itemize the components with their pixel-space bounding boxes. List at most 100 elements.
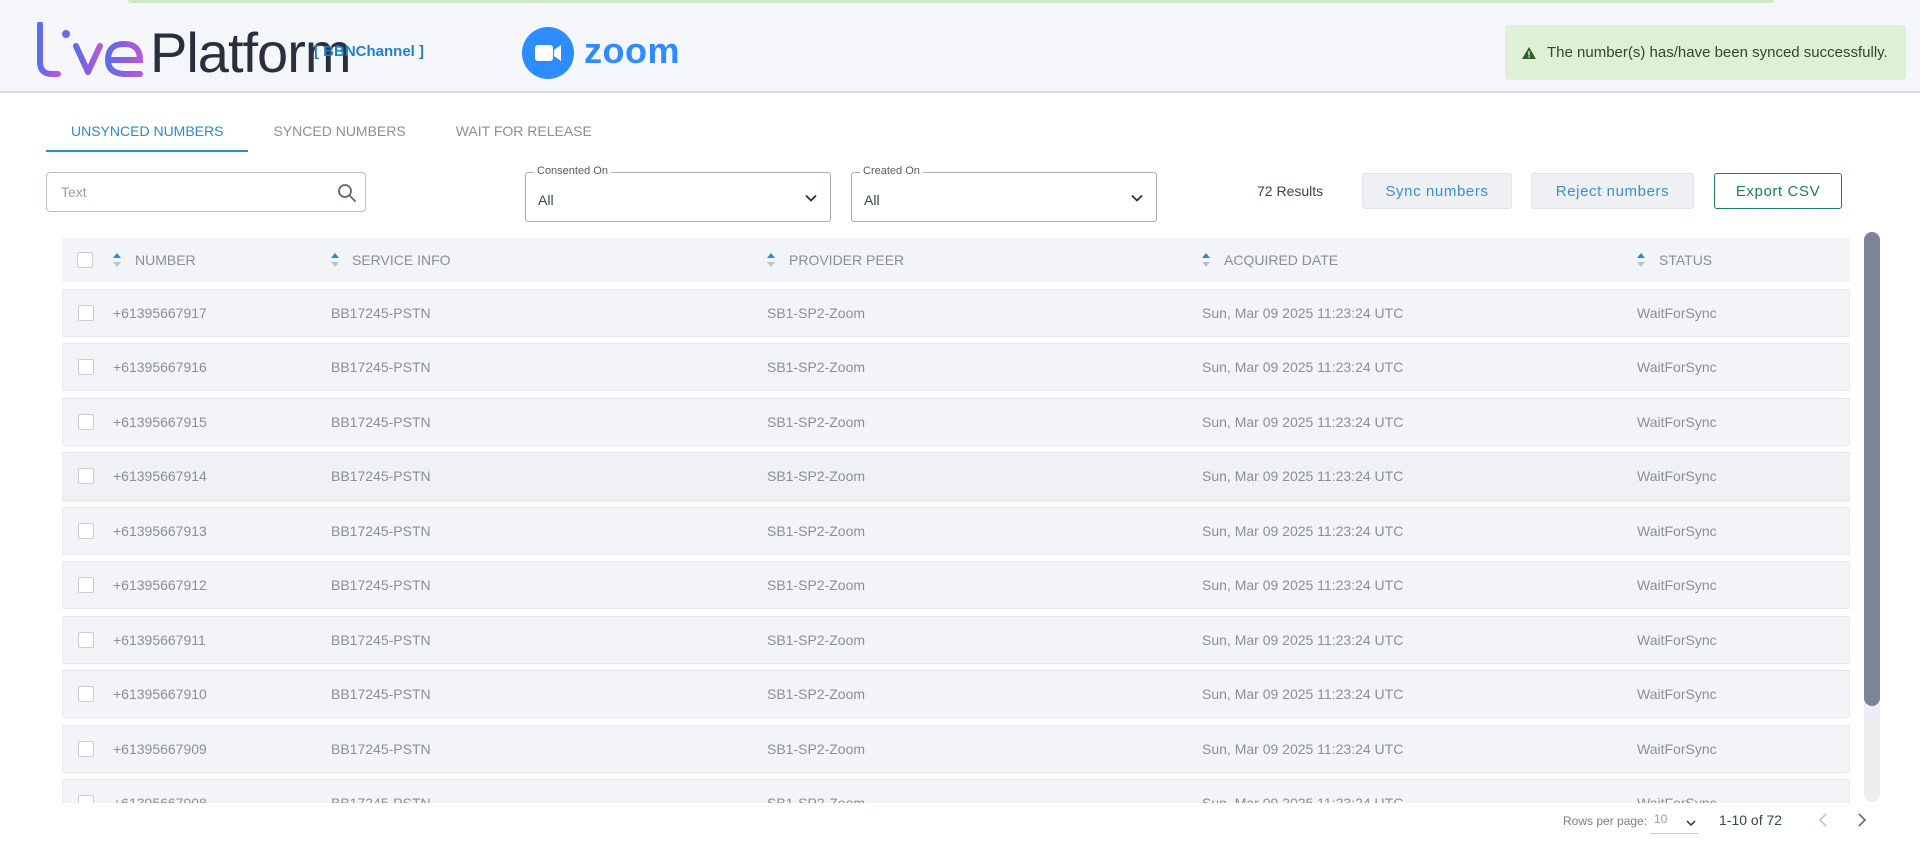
zoom-wordmark: zoom: [584, 30, 680, 71]
row-checkbox[interactable]: [78, 686, 94, 702]
cell-status: WaitForSync: [1637, 686, 1717, 702]
cell-provider-peer: SB1-SP2-Zoom: [767, 577, 866, 593]
cell-status: WaitForSync: [1637, 795, 1717, 803]
cell-acquired-date: Sun, Mar 09 2025 11:23:24 UTC: [1202, 468, 1404, 484]
cell-provider-peer: SB1-SP2-Zoom: [767, 468, 866, 484]
table-row[interactable]: +61395667914 BB17245-PSTN SB1-SP2-Zoom S…: [62, 452, 1850, 500]
created-on-select[interactable]: Created On All: [851, 165, 1157, 222]
cell-status: WaitForSync: [1637, 359, 1717, 375]
cell-provider-peer: SB1-SP2-Zoom: [767, 359, 866, 375]
rows-per-page-value: 10: [1654, 812, 1668, 826]
channel-name: [ BBNChannel ]: [314, 43, 424, 60]
chevron-left-icon[interactable]: [1815, 811, 1833, 829]
cell-acquired-date: Sun, Mar 09 2025 11:23:24 UTC: [1202, 577, 1404, 593]
row-checkbox[interactable]: [78, 632, 94, 648]
number-tabs: UNSYNCED NUMBERS SYNCED NUMBERS WAIT FOR…: [46, 110, 617, 152]
cell-service-info: BB17245-PSTN: [331, 577, 431, 593]
chevron-right-icon[interactable]: [1852, 811, 1870, 829]
zoom-camera-icon: [522, 27, 574, 79]
sort-icon[interactable]: [112, 252, 122, 268]
cell-acquired-date: Sun, Mar 09 2025 11:23:24 UTC: [1202, 523, 1404, 539]
created-on-label: Created On: [860, 165, 923, 177]
cell-service-info: BB17245-PSTN: [331, 686, 431, 702]
cell-provider-peer: SB1-SP2-Zoom: [767, 795, 866, 803]
table-row[interactable]: +61395667916 BB17245-PSTN SB1-SP2-Zoom S…: [62, 343, 1850, 391]
cell-acquired-date: Sun, Mar 09 2025 11:23:24 UTC: [1202, 741, 1404, 757]
table-row[interactable]: +61395667908 BB17245-PSTN SB1-SP2-Zoom S…: [62, 779, 1850, 803]
cell-status: WaitForSync: [1637, 632, 1717, 648]
chevron-down-icon: [1686, 815, 1696, 827]
consented-on-select[interactable]: Consented On All: [525, 165, 831, 222]
cell-status: WaitForSync: [1637, 741, 1717, 757]
cell-status: WaitForSync: [1637, 577, 1717, 593]
cell-acquired-date: Sun, Mar 09 2025 11:23:24 UTC: [1202, 414, 1404, 430]
cell-status: WaitForSync: [1637, 414, 1717, 430]
column-header-acquired-date[interactable]: ACQUIRED DATE: [1224, 238, 1338, 282]
consented-on-value: All: [538, 192, 554, 208]
select-all-checkbox[interactable]: [77, 252, 93, 268]
search-field: [46, 172, 366, 212]
column-header-provider-peer[interactable]: PROVIDER PEER: [789, 238, 904, 282]
cell-number: +61395667915: [113, 414, 207, 430]
cell-service-info: BB17245-PSTN: [331, 305, 431, 321]
cell-provider-peer: SB1-SP2-Zoom: [767, 632, 866, 648]
row-checkbox[interactable]: [78, 795, 94, 803]
search-input[interactable]: [59, 181, 319, 203]
row-checkbox[interactable]: [78, 414, 94, 430]
cell-provider-peer: SB1-SP2-Zoom: [767, 686, 866, 702]
table-row[interactable]: +61395667915 BB17245-PSTN SB1-SP2-Zoom S…: [62, 398, 1850, 446]
tab-wait-for-release[interactable]: WAIT FOR RELEASE: [431, 110, 617, 152]
sort-icon[interactable]: [766, 252, 776, 268]
live-logo-icon: [37, 22, 144, 77]
rows-per-page-label: Rows per page:: [1563, 814, 1648, 828]
sort-icon[interactable]: [330, 252, 340, 268]
rows-per-page-select[interactable]: 10: [1650, 808, 1698, 834]
row-checkbox[interactable]: [78, 359, 94, 375]
row-checkbox[interactable]: [78, 305, 94, 321]
sort-icon[interactable]: [1201, 252, 1211, 268]
cell-acquired-date: Sun, Mar 09 2025 11:23:24 UTC: [1202, 795, 1404, 803]
table-scrollbar[interactable]: [1864, 232, 1880, 802]
cell-number: +61395667908: [113, 795, 207, 803]
live-platform-logo[interactable]: Platform [ BBNChannel ]: [36, 22, 424, 81]
search-icon[interactable]: [337, 183, 357, 203]
tab-unsynced-numbers[interactable]: UNSYNCED NUMBERS: [46, 110, 249, 152]
warning-icon: [1521, 45, 1537, 61]
row-checkbox[interactable]: [78, 523, 94, 539]
sync-numbers-button[interactable]: Sync numbers: [1362, 173, 1512, 209]
app-header: Platform [ BBNChannel ] zoom The number(…: [0, 0, 1920, 93]
cell-service-info: BB17245-PSTN: [331, 523, 431, 539]
cell-service-info: BB17245-PSTN: [331, 795, 431, 803]
scrollbar-thumb[interactable]: [1864, 232, 1880, 706]
tab-synced-numbers[interactable]: SYNCED NUMBERS: [248, 110, 430, 152]
cell-number: +61395667916: [113, 359, 207, 375]
cell-number: +61395667912: [113, 577, 207, 593]
row-checkbox[interactable]: [78, 741, 94, 757]
column-header-status[interactable]: STATUS: [1659, 238, 1712, 282]
pagination-range: 1-10 of 72: [1719, 812, 1783, 828]
column-header-number[interactable]: NUMBER: [135, 238, 196, 282]
table-row[interactable]: +61395667912 BB17245-PSTN SB1-SP2-Zoom S…: [62, 561, 1850, 609]
cell-number: +61395667910: [113, 686, 207, 702]
reject-numbers-button[interactable]: Reject numbers: [1531, 173, 1694, 209]
cell-acquired-date: Sun, Mar 09 2025 11:23:24 UTC: [1202, 632, 1404, 648]
cell-provider-peer: SB1-SP2-Zoom: [767, 305, 866, 321]
table-header: NUMBER SERVICE INFO PROVIDER PEER ACQUIR…: [62, 238, 1850, 282]
cell-provider-peer: SB1-SP2-Zoom: [767, 741, 866, 757]
table-row[interactable]: +61395667917 BB17245-PSTN SB1-SP2-Zoom S…: [62, 289, 1850, 337]
cell-service-info: BB17245-PSTN: [331, 468, 431, 484]
export-csv-button[interactable]: Export CSV: [1714, 173, 1842, 209]
table-row[interactable]: +61395667909 BB17245-PSTN SB1-SP2-Zoom S…: [62, 725, 1850, 773]
sort-icon[interactable]: [1636, 252, 1646, 268]
cell-number: +61395667911: [113, 632, 206, 648]
row-checkbox[interactable]: [78, 577, 94, 593]
table-row[interactable]: +61395667911 BB17245-PSTN SB1-SP2-Zoom S…: [62, 616, 1850, 664]
column-header-service-info[interactable]: SERVICE INFO: [352, 238, 451, 282]
cell-number: +61395667913: [113, 523, 207, 539]
header-accent-bar: [128, 0, 1774, 3]
table-row[interactable]: +61395667910 BB17245-PSTN SB1-SP2-Zoom S…: [62, 670, 1850, 718]
zoom-logo: zoom: [522, 27, 682, 79]
table-row[interactable]: +61395667913 BB17245-PSTN SB1-SP2-Zoom S…: [62, 507, 1850, 555]
cell-status: WaitForSync: [1637, 468, 1717, 484]
row-checkbox[interactable]: [78, 468, 94, 484]
